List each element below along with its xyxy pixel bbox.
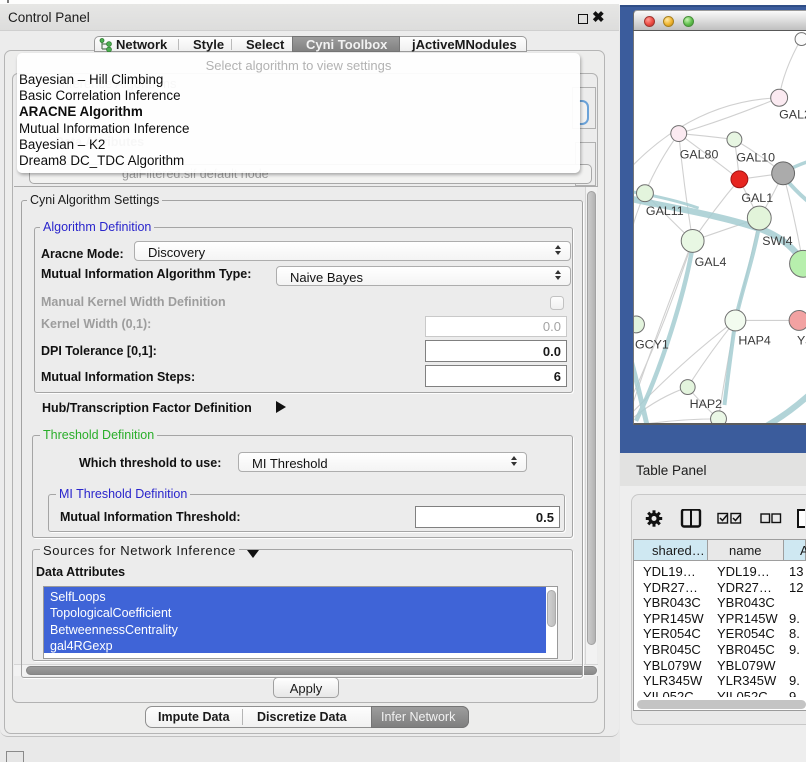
svg-text:HAP4: HAP4 xyxy=(738,333,771,347)
svg-text:GAL2: GAL2 xyxy=(779,108,806,122)
svg-text:SWI4: SWI4 xyxy=(762,234,792,248)
svg-text:GAL11: GAL11 xyxy=(646,204,684,218)
svg-text:GAL10: GAL10 xyxy=(736,150,775,164)
svg-text:HAP2: HAP2 xyxy=(690,397,723,411)
svg-text:GCY1: GCY1 xyxy=(635,337,669,351)
svg-text:GAL1: GAL1 xyxy=(741,191,773,205)
svg-text:YJ: YJ xyxy=(797,333,806,347)
svg-text:GAL4: GAL4 xyxy=(695,255,727,269)
svg-text:GAL80: GAL80 xyxy=(680,147,719,161)
